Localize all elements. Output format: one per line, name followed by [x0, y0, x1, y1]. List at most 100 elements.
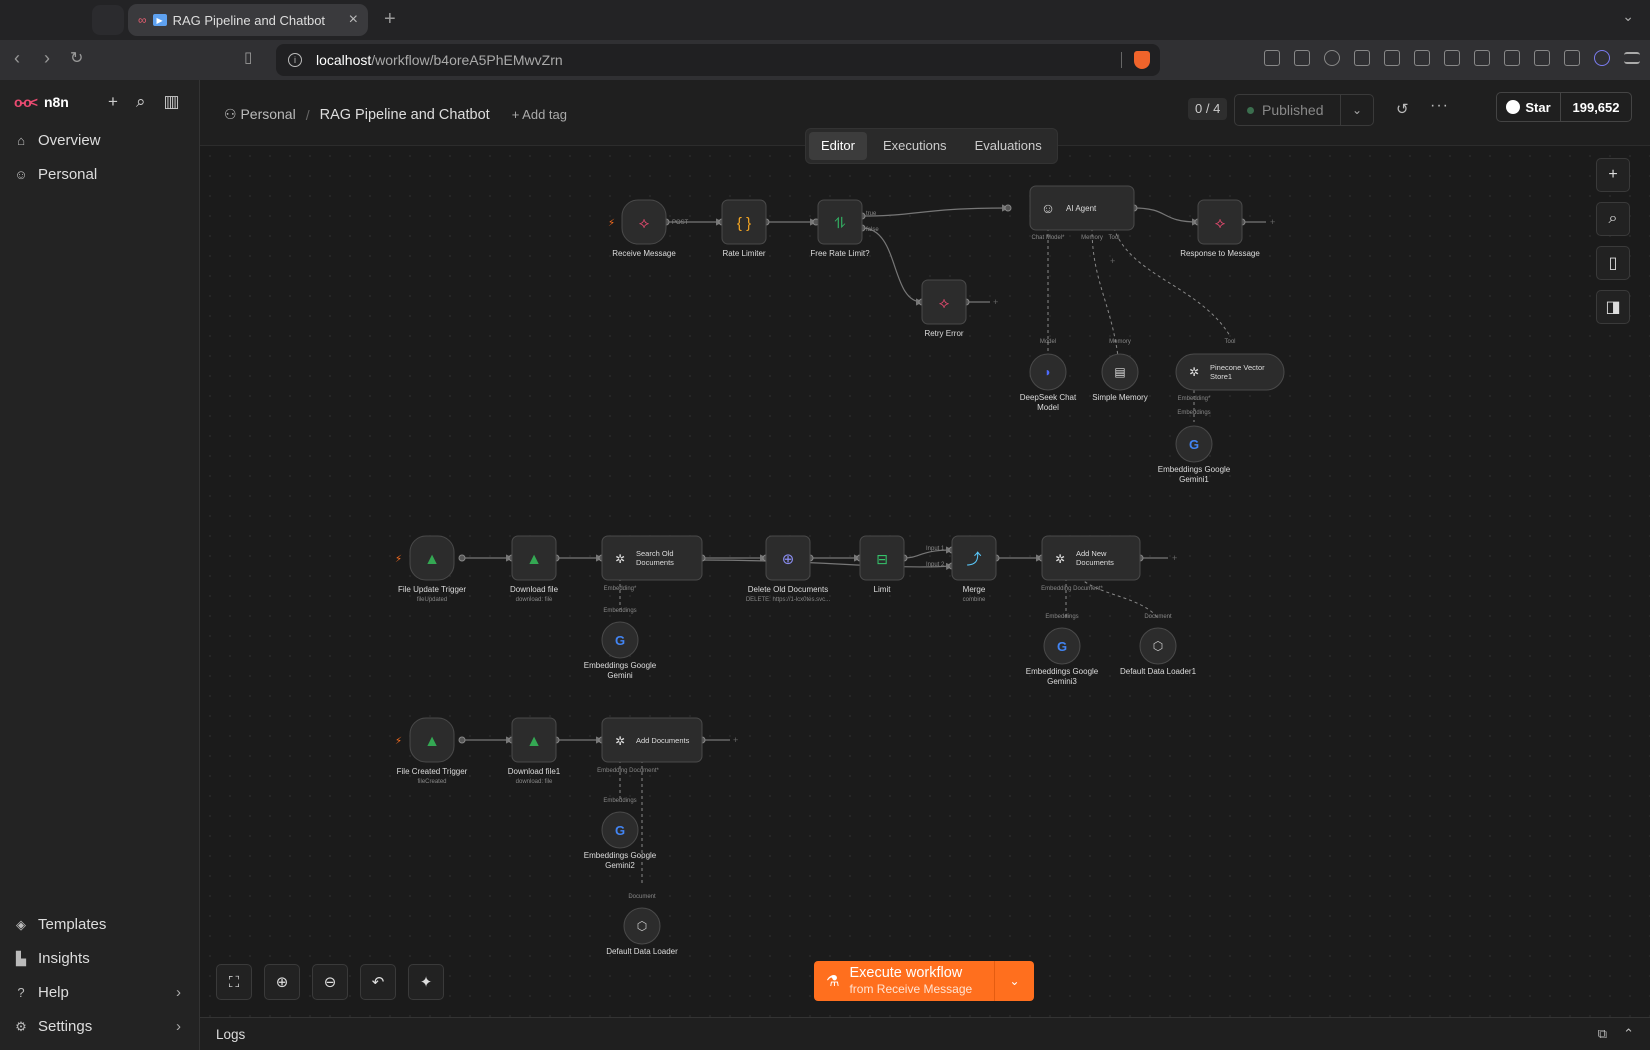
add-node-plus[interactable]: +	[1110, 256, 1115, 266]
node-embeddings-google-gemini1[interactable]: G Embeddings Google Gemini1	[1158, 425, 1231, 484]
add-tag-button[interactable]: + Add tag	[512, 107, 567, 122]
browser-tab-active[interactable]: ∞ ▶ RAG Pipeline and Chatbot ×	[128, 4, 368, 36]
node-file-update-trigger[interactable]: ▲ File Update Trigger fileUpdated	[398, 535, 466, 603]
node-ai-agent[interactable]: ☺ AI Agent	[1029, 185, 1135, 231]
github-star-count: 199,652	[1572, 99, 1620, 115]
github-star-button[interactable]: Star	[1497, 93, 1561, 121]
node-default-data-loader1[interactable]: ⬡ Default Data Loader1	[1120, 627, 1197, 676]
n8n-logo[interactable]: o-o< n8n	[14, 94, 69, 110]
node-free-rate-limit[interactable]: ⥮ Free Rate Limit?	[810, 199, 870, 258]
node-default-data-loader[interactable]: ⬡ Default Data Loader	[606, 907, 678, 956]
node-delete-old-documents[interactable]: ⊕ Delete Old Documents DELETE: https://1…	[746, 535, 831, 603]
puzzle-icon[interactable]	[1414, 50, 1430, 66]
breadcrumb-project[interactable]: ⚇ Personal	[224, 106, 296, 123]
fit-view-button[interactable]: ⛶	[216, 964, 252, 1000]
add-node-plus[interactable]: +	[993, 297, 998, 307]
extension-icons	[1264, 50, 1640, 66]
extension-icon[interactable]	[1354, 50, 1370, 66]
sidebar-item-settings[interactable]: ⚙ Settings ›	[14, 1018, 181, 1035]
sidebar-item-help[interactable]: ? Help ›	[14, 984, 181, 1001]
node-retry-error[interactable]: ⟡ Retry Error	[921, 279, 967, 338]
published-button[interactable]: Published	[1235, 95, 1341, 125]
history-icon[interactable]: ↺	[1396, 100, 1409, 118]
node-download-file1[interactable]: ▲ Download file1 download: file	[508, 717, 561, 785]
profile-icon[interactable]	[1594, 50, 1610, 66]
node-pinecone-vector-store1[interactable]: ✲ Pinecone Vector Store1	[1175, 353, 1285, 391]
chevron-down-icon[interactable]: ⌄	[994, 961, 1034, 1001]
workflow-name[interactable]: RAG Pipeline and Chatbot	[320, 107, 490, 123]
tab-list-chevron-icon[interactable]: ⌄	[1622, 8, 1634, 25]
chevron-up-icon[interactable]: ⌃	[1623, 1026, 1634, 1042]
leo-icon[interactable]	[1534, 50, 1550, 66]
menu-icon[interactable]	[1624, 52, 1640, 64]
node-embeddings-google-gemini[interactable]: G Embeddings Google Gemini	[584, 621, 657, 680]
pinned-tab[interactable]	[92, 5, 124, 35]
reload-icon[interactable]: ↻	[70, 48, 83, 68]
node-simple-memory[interactable]: ▤ Simple Memory	[1092, 353, 1148, 402]
tidy-up-button[interactable]: ✦	[408, 964, 444, 1000]
sidebar-item-label: Insights	[38, 950, 90, 967]
bookmark-icon[interactable]: ▯	[244, 48, 252, 66]
toggle-panel-button[interactable]: ◨	[1596, 290, 1630, 324]
sidebar-item-insights[interactable]: ▙ Insights	[14, 950, 90, 967]
node-add-new-documents[interactable]: ✲ Add New Documents	[1041, 535, 1141, 581]
node-receive-message[interactable]: ⟡ Receive Message	[612, 199, 676, 258]
node-limit[interactable]: ⊟ Limit	[859, 535, 905, 594]
chevron-down-icon[interactable]: ⌄	[1341, 95, 1373, 125]
add-node-plus[interactable]: +	[733, 735, 738, 745]
collapse-sidebar-icon[interactable]: ▥	[163, 92, 179, 112]
add-node-button[interactable]: +	[1596, 158, 1630, 192]
tab-evaluations[interactable]: Evaluations	[963, 132, 1054, 160]
create-icon[interactable]: +	[108, 92, 118, 112]
sticky-note-button[interactable]: ▯	[1596, 246, 1630, 280]
sidebar-item-personal[interactable]: ☺ Personal	[14, 166, 97, 183]
forward-icon[interactable]: ›	[44, 48, 50, 69]
extension-icon[interactable]	[1384, 50, 1400, 66]
search-nodes-button[interactable]: ⌕	[1596, 202, 1630, 236]
node-rate-limiter[interactable]: { } Rate Limiter	[721, 199, 767, 258]
node-label: Limit	[874, 585, 892, 594]
node-label: Delete Old Documents	[748, 585, 828, 594]
node-file-created-trigger[interactable]: ▲ File Created Trigger fileCreated	[397, 717, 468, 785]
close-tab-icon[interactable]: ×	[349, 11, 358, 29]
node-add-documents[interactable]: ✲ Add Documents	[601, 717, 703, 763]
wallet-icon[interactable]	[1504, 50, 1520, 66]
more-options-icon[interactable]: ···	[1430, 97, 1449, 115]
sidebar-toggle-icon[interactable]	[1474, 50, 1490, 66]
connector-dots	[458, 204, 1246, 744]
extension-icon[interactable]	[1324, 50, 1340, 66]
status-dot	[1247, 106, 1254, 114]
new-tab-icon[interactable]: +	[384, 8, 396, 31]
vpn-icon[interactable]	[1564, 50, 1580, 66]
address-bar[interactable]: i localhost/workflow/b4oreA5PhEMwvZrn	[276, 44, 1160, 76]
add-node-plus[interactable]: +	[1270, 217, 1275, 227]
extension-icon[interactable]	[1294, 50, 1310, 66]
port-label: false	[866, 227, 879, 233]
zoom-out-button[interactable]: ⊖	[312, 964, 348, 1000]
logs-panel[interactable]: Logs ⧉ ⌃	[200, 1017, 1650, 1050]
zoom-in-button[interactable]: ⊕	[264, 964, 300, 1000]
download-icon[interactable]	[1444, 50, 1460, 66]
node-download-file[interactable]: ▲ Download file download: file	[510, 535, 559, 603]
brave-shield-icon[interactable]	[1134, 51, 1150, 69]
site-info-icon[interactable]: i	[288, 53, 302, 67]
execute-workflow-button[interactable]: ⚗ Execute workflow from Receive Message	[814, 961, 994, 1001]
node-embeddings-google-gemini2[interactable]: G Embeddings Google Gemini2	[584, 811, 657, 870]
back-icon[interactable]: ‹	[14, 48, 20, 69]
node-embeddings-google-gemini3[interactable]: G Embeddings Google Gemini3	[1026, 627, 1099, 686]
node-search-old-documents[interactable]: ✲ Search Old Documents	[601, 535, 703, 581]
sidebar-item-overview[interactable]: ⌂ Overview	[14, 132, 100, 149]
node-merge[interactable]: ⤴ Merge combine	[951, 535, 997, 603]
node-response-to-message[interactable]: ⟡ Response to Message	[1180, 199, 1260, 258]
search-icon[interactable]: ⌕	[136, 92, 146, 112]
pop-out-icon[interactable]: ⧉	[1598, 1026, 1607, 1042]
add-node-plus[interactable]: +	[1172, 553, 1177, 563]
extension-icon[interactable]	[1264, 50, 1280, 66]
github-star-widget[interactable]: Star 199,652	[1496, 92, 1632, 122]
workflow-canvas[interactable]: + + + + + ⚡ ⚡ ⚡ ⟡ Receive Message POST {…	[200, 146, 1650, 1017]
tab-executions[interactable]: Executions	[871, 132, 959, 160]
undo-button[interactable]: ↶	[360, 964, 396, 1000]
node-deepseek-chat-model[interactable]: ◗ DeepSeek Chat Model	[1020, 353, 1077, 412]
sidebar-item-templates[interactable]: ◈ Templates	[14, 916, 106, 933]
tab-editor[interactable]: Editor	[809, 132, 867, 160]
